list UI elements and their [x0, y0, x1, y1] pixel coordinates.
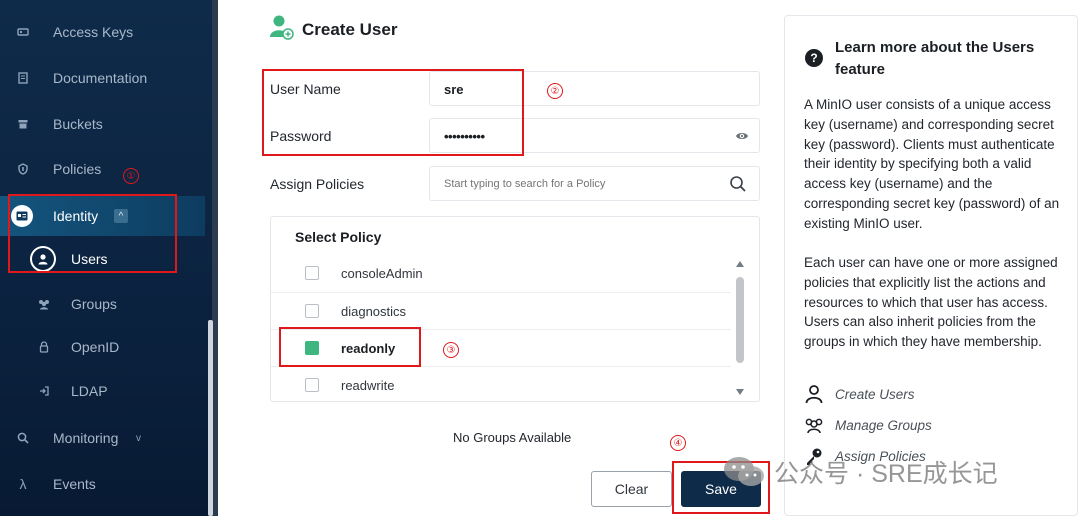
clear-button[interactable]: Clear [591, 471, 672, 507]
annotation-number-1: ① [123, 168, 139, 184]
scroll-down-icon[interactable] [735, 387, 745, 397]
sidebar-item-groups[interactable]: Groups [0, 284, 205, 324]
groups-icon [805, 418, 823, 434]
sidebar-item-buckets[interactable]: Buckets [0, 104, 205, 144]
annotation-number-4: ④ [670, 435, 686, 451]
scroll-up-icon[interactable] [735, 259, 745, 269]
policy-row[interactable]: readwrite [271, 366, 731, 401]
groups-icon [37, 297, 51, 311]
create-users-link[interactable]: Create Users [804, 383, 915, 405]
sidebar-item-monitoring[interactable]: Monitoring v [0, 418, 205, 458]
question-icon: ? [805, 49, 823, 67]
sidebar-item-access-keys[interactable]: Access Keys [0, 12, 205, 52]
sidebar-item-label: Identity [53, 208, 99, 224]
sidebar-item-documentation[interactable]: Documentation [0, 58, 205, 98]
policy-row[interactable]: consoleAdmin [271, 255, 731, 292]
sidebar-item-label: Events [53, 476, 96, 492]
help-paragraph: A MinIO user consists of a unique access… [804, 97, 1060, 231]
search-icon[interactable] [729, 175, 747, 193]
sidebar-item-label: Access Keys [53, 24, 134, 40]
sidebar-item-users[interactable]: Users [0, 239, 205, 279]
sidebar-scrollbar[interactable] [208, 320, 213, 516]
wechat-logo-icon [724, 457, 764, 486]
sidebar-item-identity[interactable]: Identity ^ [0, 196, 205, 236]
chevron-up-icon[interactable]: ^ [114, 209, 128, 223]
policy-list-header: Select Policy [295, 229, 382, 245]
sidebar-item-label: Buckets [53, 116, 103, 132]
help-title: Learn more about the Users feature [835, 39, 1035, 78]
policy-search-input[interactable] [444, 178, 724, 190]
sidebar-item-label: Documentation [53, 70, 148, 86]
policy-name: readonly [341, 341, 396, 356]
sidebar-item-label: Monitoring [53, 430, 119, 446]
key-icon [16, 25, 30, 39]
policy-name: diagnostics [341, 304, 407, 319]
assign-policies-label: Assign Policies [270, 176, 365, 192]
sidebar-item-label: LDAP [71, 383, 108, 399]
sidebar-item-label: Users [71, 251, 108, 267]
manage-groups-link[interactable]: Manage Groups [804, 414, 932, 436]
password-label: Password [270, 128, 332, 144]
watermark-text: 公众号 · SRE成长记 [774, 460, 998, 488]
bucket-icon [16, 117, 30, 131]
help-link-label: Manage Groups [835, 417, 932, 433]
help-link-label: Create Users [835, 386, 915, 402]
eye-icon[interactable] [735, 129, 749, 143]
watermark: 公众号 · SRE成长记 [722, 452, 998, 492]
no-groups-message: No Groups Available [453, 430, 572, 445]
chevron-down-icon[interactable]: v [136, 433, 141, 444]
sidebar-item-events[interactable]: λ Events [0, 464, 205, 504]
sidebar-item-label: Groups [71, 296, 117, 312]
sidebar-item-label: OpenID [71, 339, 120, 355]
policy-checkbox[interactable] [305, 378, 319, 392]
policy-name: consoleAdmin [341, 266, 423, 281]
user-icon [30, 246, 56, 272]
policy-search-field[interactable] [429, 166, 760, 201]
monitoring-icon [16, 431, 30, 445]
minio-console: Access Keys Documentation Buckets Polici… [0, 0, 1080, 516]
sidebar-item-openid[interactable]: OpenID [0, 327, 205, 367]
username-value: sre [444, 82, 464, 97]
policy-checkbox[interactable] [305, 304, 319, 318]
policy-row[interactable]: diagnostics [271, 292, 731, 329]
lock-icon [37, 340, 51, 354]
annotation-number-3: ③ [443, 342, 459, 358]
user-icon [805, 385, 823, 404]
policy-scrollbar[interactable] [736, 277, 744, 363]
id-card-icon [11, 205, 33, 227]
annotation-number-2: ② [547, 83, 563, 99]
sidebar-item-label: Policies [53, 161, 102, 177]
page-title: Create User [302, 20, 398, 39]
help-panel: ? Learn more about the Users feature A M… [784, 15, 1078, 516]
policy-name: readwrite [341, 378, 395, 393]
username-field[interactable]: sre [429, 71, 760, 106]
lambda-icon: λ [19, 476, 27, 492]
sidebar-item-policies[interactable]: Policies [0, 149, 205, 189]
password-field[interactable]: •••••••••• [429, 118, 760, 153]
create-user-icon [270, 15, 294, 40]
login-icon [37, 384, 51, 398]
policy-checkbox[interactable] [305, 266, 319, 280]
username-label: User Name [270, 81, 341, 97]
password-value: •••••••••• [444, 129, 485, 144]
shield-icon [16, 162, 30, 176]
sidebar-item-ldap[interactable]: LDAP [0, 371, 205, 411]
policy-checkbox-checked[interactable] [305, 341, 319, 355]
policy-row[interactable]: readonly [271, 329, 731, 366]
help-paragraph: Each user can have one or more assigned … [804, 255, 1058, 350]
sidebar: Access Keys Documentation Buckets Polici… [0, 0, 212, 516]
document-icon [16, 71, 30, 85]
policy-list: Select Policy consoleAdmin diagnostics r… [270, 216, 760, 402]
